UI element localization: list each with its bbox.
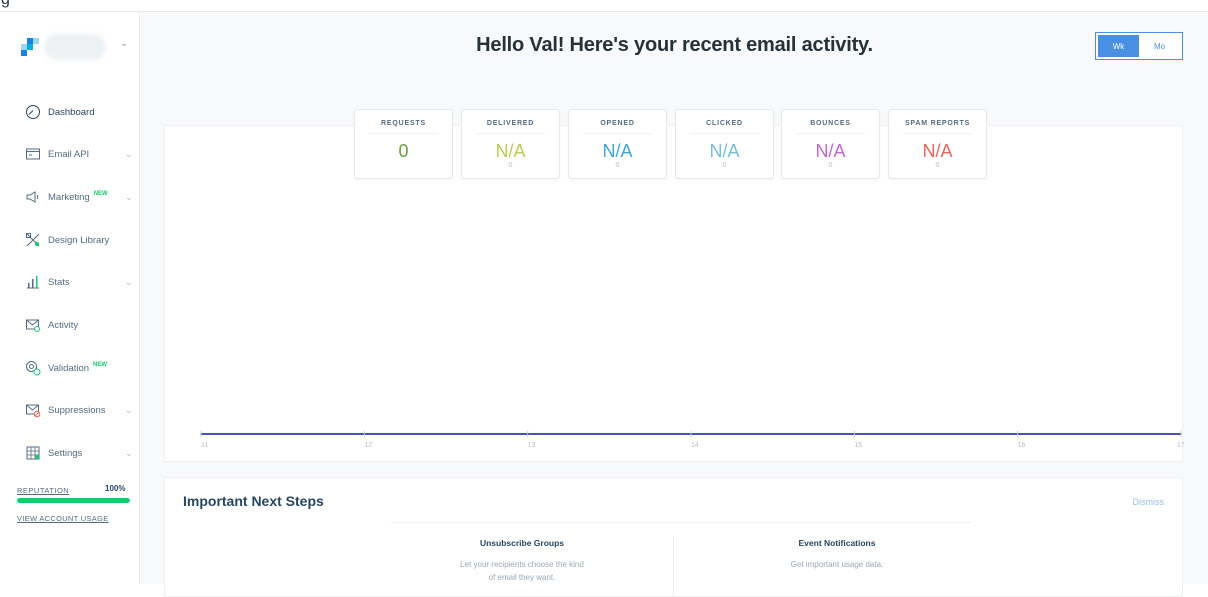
sidebar-item-marketing[interactable]: Marketing NEW ⌄ [0,182,140,212]
page-title: Hello Val! Here's your recent email acti… [476,34,873,56]
step-description: Let your recipients choose the kind of e… [460,560,584,582]
sidebar-item-label: Stats [48,276,70,288]
divider [583,133,652,134]
sidebar-item-label: Email API [48,148,90,160]
x-tick-label: 17 [1177,442,1184,449]
sidebar: ⌄ Dashboard Email API ⌄ Marketing NEW ⌄ Design… [0,12,140,584]
period-toggle: Wk Mo [1095,32,1183,60]
stat-card-opened: OPENED N/A 0 [568,109,667,179]
stat-value: N/A [815,141,846,161]
account-chevron-down-icon[interactable]: ⌄ [120,38,128,49]
stat-label: DELIVERED [486,120,535,127]
stat-label: CLICKED [706,120,743,127]
month-toggle-button[interactable]: Mo [1139,35,1180,57]
sidebar-item-suppressions[interactable]: Suppressions ⌄ [0,395,140,425]
reputation-label: REPUTATION [17,486,70,495]
divider [796,133,865,134]
stat-subvalue: 0 [722,162,727,169]
view-account-usage-link[interactable]: VIEW ACCOUNT USAGE [17,514,109,523]
reputation-value: 100% [105,484,126,493]
x-tick-label: 15 [854,442,862,449]
activity-chart-panel: 11 12 13 14 15 16 17 [164,125,1184,462]
step-unsubscribe-groups[interactable]: Unsubscribe Groups Let your recipients c… [432,538,612,584]
activity-envelope-icon [24,316,42,334]
stat-label: SPAM REPORTS [904,120,971,127]
sidebar-item-dashboard[interactable]: Dashboard [0,97,140,127]
design-tools-icon [24,231,42,249]
stat-label: BOUNCES [810,120,851,127]
divider [690,133,759,134]
sidebar-item-design-library[interactable]: Design Library [0,225,140,255]
dismiss-link[interactable]: Dismiss [1133,497,1165,507]
suppressions-envelope-icon [24,401,42,419]
x-tick-label: 12 [364,442,372,449]
divider [903,133,972,134]
new-badge: NEW [93,362,108,368]
stat-card-spam-reports: SPAM REPORTS N/A 0 [888,109,987,179]
x-tick-label: 14 [691,442,699,449]
sidebar-item-label: Validation [48,362,90,374]
stat-card-delivered: DELIVERED N/A 0 [461,109,560,179]
stat-subvalue: 0 [828,162,833,169]
chevron-down-icon[interactable]: ⌄ [125,405,133,416]
stat-subvalue: 0 [615,162,620,169]
stat-card-bounces: BOUNCES N/A 0 [781,109,880,179]
stat-subvalue: 0 [508,162,513,169]
stat-label: REQUESTS [381,120,426,127]
main-content: Hello Val! Here's your recent email acti… [141,12,1208,597]
reputation-bar-fill [17,498,130,503]
reputation-bar [17,498,130,503]
new-badge: NEW [93,191,108,197]
sidebar-item-label: Settings [48,447,83,459]
sidebar-item-settings[interactable]: Settings ⌄ [0,438,140,468]
bar-chart-icon [24,273,42,291]
x-tick-label: 11 [201,442,208,449]
sendgrid-logo-icon[interactable] [21,38,39,56]
divider [391,522,971,523]
step-description: Get important usage data. [790,560,884,569]
divider [673,536,674,596]
stat-value: N/A [922,141,953,161]
sidebar-item-validation[interactable]: Validation NEW [0,353,140,383]
week-toggle-button[interactable]: Wk [1098,35,1139,57]
stat-value: N/A [602,141,633,161]
step-title: Event Notifications [798,538,876,548]
sidebar-item-label: Suppressions [48,404,106,416]
sidebar-item-email-api[interactable]: Email API ⌄ [0,139,140,169]
next-steps-title: Important Next Steps [183,493,324,509]
sidebar-item-label: Dashboard [48,106,95,118]
step-event-notifications[interactable]: Event Notifications Get important usage … [747,538,927,571]
sidebar-item-label: Marketing [48,191,90,203]
sidebar-item-label: Activity [48,319,79,331]
cropped-header-text: g [1,0,10,9]
stat-value: N/A [495,141,526,161]
chevron-down-icon[interactable]: ⌄ [125,448,133,459]
stat-value: 0 [398,141,409,161]
email-api-icon [24,145,42,163]
stat-value: N/A [709,141,740,161]
chevron-down-icon[interactable]: ⌄ [125,149,133,160]
megaphone-icon [24,188,42,206]
top-cropped-header: g [0,0,1208,12]
step-title: Unsubscribe Groups [479,538,565,548]
stat-subvalue: 0 [935,162,940,169]
divider [369,133,438,134]
sidebar-item-activity[interactable]: Activity [0,310,140,340]
chevron-down-icon[interactable]: ⌄ [125,277,133,288]
validation-target-icon [24,359,42,377]
x-tick-label: 16 [1018,442,1026,449]
stat-card-clicked: CLICKED N/A 0 [675,109,774,179]
divider [476,133,545,134]
account-name-blurred[interactable] [44,34,106,60]
chevron-down-icon[interactable]: ⌄ [125,192,133,203]
dashboard-gauge-icon [24,103,42,121]
settings-grid-icon [24,444,42,462]
stat-card-requests: REQUESTS 0 [354,109,453,179]
important-next-steps-panel: Important Next Steps Dismiss Unsubscribe… [164,477,1183,597]
sidebar-item-label: Design Library [48,234,110,246]
stat-label: OPENED [600,120,635,127]
x-tick-label: 13 [528,442,536,449]
sidebar-item-stats[interactable]: Stats ⌄ [0,267,140,297]
